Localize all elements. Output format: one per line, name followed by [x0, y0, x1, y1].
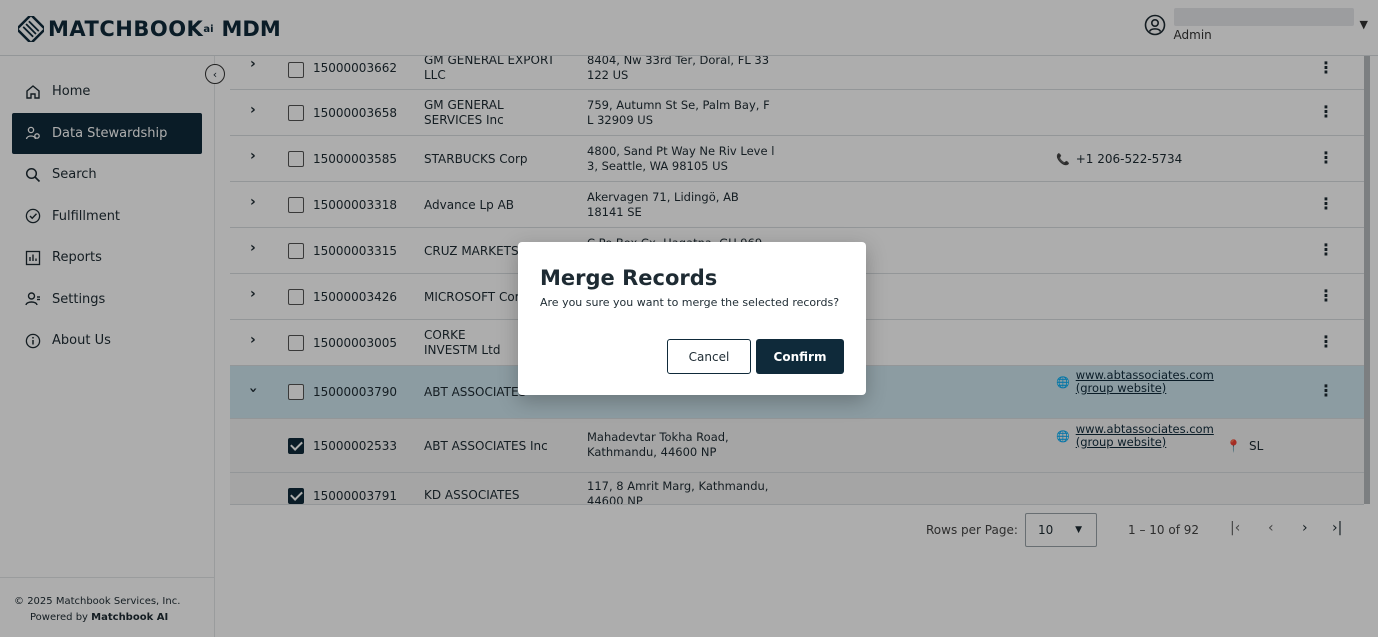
- merge-records-dialog: Merge Records Are you sure you want to m…: [518, 242, 866, 395]
- dialog-title: Merge Records: [540, 266, 718, 290]
- cancel-button[interactable]: Cancel: [667, 339, 751, 374]
- dialog-message: Are you sure you want to merge the selec…: [540, 296, 840, 309]
- confirm-button[interactable]: Confirm: [756, 339, 844, 374]
- dialog-actions: Cancel Confirm: [667, 339, 844, 374]
